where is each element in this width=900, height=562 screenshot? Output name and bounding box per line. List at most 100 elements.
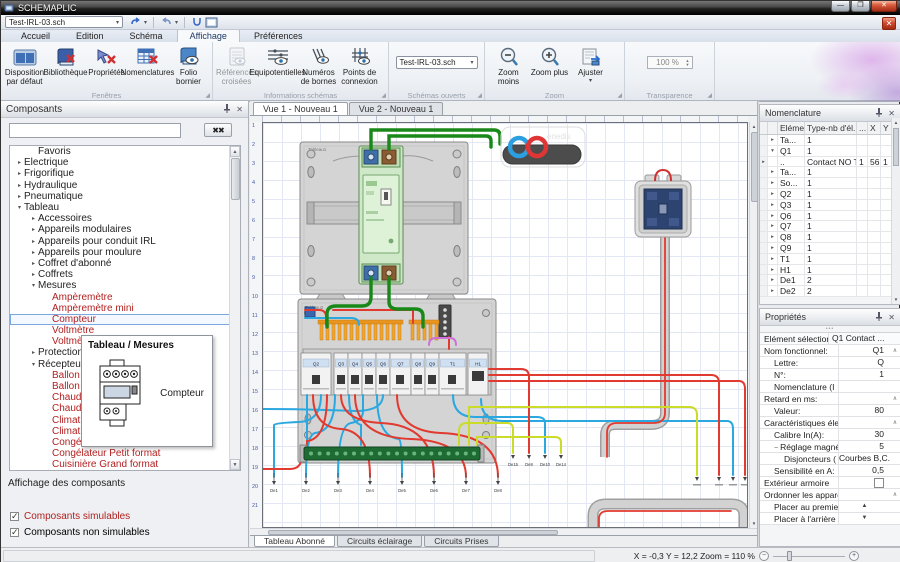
expand-arrow-icon[interactable]: ▸ xyxy=(768,243,778,253)
chevron-down-icon[interactable]: ▾ xyxy=(470,59,473,66)
simulable-checkbox-row[interactable]: Composants simulables xyxy=(10,511,130,522)
dialog-launcher-icon[interactable]: ◢ xyxy=(477,92,482,99)
scroll-up-icon[interactable]: ▲ xyxy=(892,118,900,127)
spinner-arrows-icon[interactable]: ▲▼ xyxy=(686,59,690,66)
zoom-in-icon[interactable]: + xyxy=(849,551,859,561)
expand-arrow-icon[interactable]: ▸ xyxy=(15,159,24,166)
expand-arrow-icon[interactable]: ▸ xyxy=(768,167,778,177)
property-row[interactable]: Disjoncteurs ( Courbes B,C... xyxy=(760,453,900,465)
property-row[interactable]: Nom fonctionnel: Q1 ∧ xyxy=(760,345,900,357)
zoom-out-icon[interactable]: − xyxy=(759,551,769,561)
tree-item[interactable]: ▸ Electrique xyxy=(10,157,240,168)
property-value[interactable] xyxy=(838,393,890,404)
nomenclature-row[interactable]: ▸ Ta... 1 xyxy=(760,135,900,146)
expand-arrow-icon[interactable]: ▸ xyxy=(768,275,778,285)
property-row[interactable]: Réglage magnét 5 xyxy=(760,441,900,453)
undo-dropdown-icon[interactable]: ▾ xyxy=(144,19,147,26)
search-input[interactable] xyxy=(9,123,181,138)
close-icon[interactable]: ✕ xyxy=(888,313,895,322)
non-simulable-checkbox-row[interactable]: Composants non simulables xyxy=(10,527,150,538)
close-icon[interactable]: ✕ xyxy=(236,105,243,114)
tree-scrollbar[interactable]: ▲ ▼ xyxy=(229,146,240,470)
tree-item[interactable]: Compteur xyxy=(10,314,240,325)
document-close-button[interactable]: ✕ xyxy=(882,17,896,30)
property-value[interactable]: Q xyxy=(838,357,890,368)
property-value[interactable]: 30 xyxy=(838,429,890,440)
expand-arrow-icon[interactable]: ▸ xyxy=(29,215,38,222)
maximize-button[interactable]: ❐ xyxy=(851,1,870,12)
expand-arrow-icon[interactable]: ▾ xyxy=(29,361,38,368)
expand-arrow-icon[interactable]: ▸ xyxy=(29,271,38,278)
property-row[interactable]: Caractéristiques électriques ∧ xyxy=(760,417,900,429)
dialog-launcher-icon[interactable]: ◢ xyxy=(617,92,622,99)
circuit-breaker-row[interactable]: Q2 Q3 Q4 Q5 Q6 Q7 Q8 Q9 T1 H1 xyxy=(301,353,488,395)
expand-arrow-icon[interactable]: ▸ xyxy=(768,178,778,188)
nomenclature-row[interactable]: ▸ Ta... 1 xyxy=(760,167,900,178)
nomenclature-row[interactable]: ▸ De2 2 xyxy=(760,286,900,297)
close-button[interactable]: ✕ xyxy=(871,1,897,12)
slider-thumb[interactable] xyxy=(787,551,792,561)
clear-search-button[interactable]: ✖✖ xyxy=(204,123,232,137)
folio-bornier-button[interactable]: Folio bornier xyxy=(168,44,209,87)
wall-switch[interactable] xyxy=(635,170,691,237)
terminal-numbers-button[interactable]: Numéros de bornes xyxy=(298,44,339,87)
property-value[interactable] xyxy=(838,381,890,392)
tree-item[interactable]: ▸ Appareils pour moulure xyxy=(10,247,240,258)
nomenclature-row[interactable]: ▸ Q9 1 xyxy=(760,243,900,254)
property-value[interactable]: 0,5 xyxy=(838,465,890,476)
expand-arrow-icon[interactable]: ▸ xyxy=(15,170,24,177)
tree-item[interactable]: Cuisinière Grand format xyxy=(10,459,240,470)
collapse-chevron-icon[interactable]: ∧ xyxy=(890,395,900,402)
expand-arrow-icon[interactable]: ▸ xyxy=(29,238,38,245)
tab-affichage[interactable]: Affichage xyxy=(177,29,240,42)
pin-icon[interactable] xyxy=(223,104,231,115)
property-value[interactable]: Q1 xyxy=(838,345,890,356)
tab-edition[interactable]: Edition xyxy=(64,30,116,42)
tree-item[interactable]: ▸ Coffret d'abonné xyxy=(10,258,240,269)
earth-terminal-bar[interactable] xyxy=(300,445,484,462)
property-row[interactable]: Placer au premie ▲ xyxy=(760,501,900,513)
expand-arrow-icon[interactable]: ▾ xyxy=(29,282,38,289)
nomenclature-row[interactable]: ▸ Q7 1 xyxy=(760,221,900,232)
expand-arrow-icon[interactable]: ▾ xyxy=(15,204,24,211)
dialog-launcher-icon[interactable]: ◢ xyxy=(707,92,712,99)
transparency-spinner[interactable]: 100 % ▲▼ xyxy=(647,56,693,69)
property-row[interactable]: Retard en ms: ∧ xyxy=(760,393,900,405)
tree-item[interactable]: ▸ Frigorifique xyxy=(10,168,240,179)
property-row[interactable]: Placer à l'arrière ▼ xyxy=(760,513,900,525)
property-value[interactable] xyxy=(838,477,890,488)
property-value[interactable]: 5 xyxy=(838,441,890,452)
property-row[interactable]: Calibre In(A): 30 xyxy=(760,429,900,441)
pin-icon[interactable] xyxy=(875,312,883,323)
nomenclature-row[interactable]: ▸ .. Contact NO T... 1 56 1 xyxy=(760,157,900,168)
property-row[interactable]: Sensibilité en A: 0,5 xyxy=(760,465,900,477)
nomenclature-row[interactable]: ▸ Q8 1 xyxy=(760,232,900,243)
chevron-down-icon[interactable]: ▾ xyxy=(116,19,119,26)
minimize-button[interactable]: — xyxy=(831,1,850,12)
document-combo[interactable]: Test-IRL-03.sch ▾ xyxy=(5,16,123,28)
sheet-tab-tableau-abonne[interactable]: Tableau Abonné xyxy=(254,536,335,547)
property-value[interactable] xyxy=(838,417,890,428)
image-icon[interactable] xyxy=(205,17,218,28)
connection-points-button[interactable]: Points de connexion xyxy=(339,44,380,87)
collapse-chevron-icon[interactable]: ∧ xyxy=(890,491,900,498)
expand-arrow-icon[interactable]: ▸ xyxy=(768,189,778,199)
expand-arrow-icon[interactable]: ▸ xyxy=(768,265,778,275)
sheet-tab-circuits-eclairage[interactable]: Circuits éclairage xyxy=(337,536,422,547)
nomenclature-column-headers[interactable]: Elément Type-nb d'él... ... X Y xyxy=(760,122,900,135)
connector-icon[interactable] xyxy=(191,17,203,28)
meter-module[interactable] xyxy=(359,146,403,284)
dialog-launcher-icon[interactable]: ◢ xyxy=(381,92,386,99)
nomenclature-row[interactable]: ▸ Q6 1 xyxy=(760,211,900,222)
default-layout-button[interactable]: Disposition par défaut xyxy=(4,44,45,87)
nomenclature-row[interactable]: ▸ H1 1 xyxy=(760,265,900,276)
nomenclature-row[interactable]: ▾ Q1 1 xyxy=(760,146,900,157)
tree-item[interactable]: ▸ Coffrets xyxy=(10,269,240,280)
expand-arrow-icon[interactable]: ▸ xyxy=(29,260,38,267)
nomenclature-row[interactable]: ▸ Q3 1 xyxy=(760,200,900,211)
canvas-horizontal-scrollbar[interactable] xyxy=(250,528,758,535)
tree-item[interactable]: ▸ Hydraulique xyxy=(10,180,240,191)
tab-schema[interactable]: Schéma xyxy=(118,30,175,42)
nomenclature-row[interactable]: ▸ Q2 1 xyxy=(760,189,900,200)
property-value[interactable] xyxy=(838,489,890,500)
